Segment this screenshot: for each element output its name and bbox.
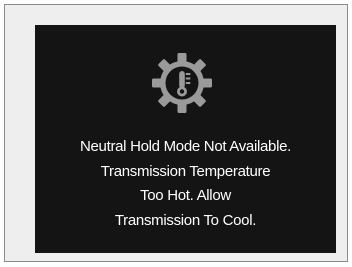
message-line-1: Neutral Hold Mode Not Available. (79, 138, 292, 155)
message-line-4: Transmission To Cool. (114, 211, 257, 229)
transmission-temperature-gear-icon (151, 52, 213, 114)
message-line-2: Transmission Temperature (100, 162, 271, 180)
instrument-display: Neutral Hold Mode Not Available. Transmi… (35, 25, 336, 253)
figure-frame: Neutral Hold Mode Not Available. Transmi… (4, 4, 348, 262)
message-line-3: Too Hot. Allow (140, 187, 231, 204)
warning-message: Neutral Hold Mode Not Available. Transmi… (35, 135, 336, 233)
